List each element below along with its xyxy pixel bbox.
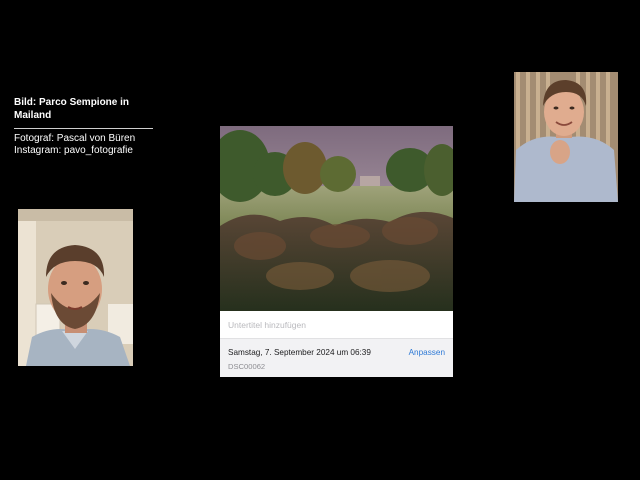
subtitle-placeholder: Untertitel hinzufügen — [228, 320, 306, 330]
photo-info-panel: Untertitel hinzufügen Samstag, 7. Septem… — [220, 126, 453, 377]
participant-video-frame — [514, 72, 618, 202]
parco-sempione-image — [220, 126, 453, 311]
instagram-handle: Instagram: pavo_fotografie — [14, 145, 133, 156]
photographer-credit: Fotograf: Pascal von Büren — [14, 133, 136, 144]
caption-divider — [14, 128, 153, 129]
park-photo — [220, 126, 453, 311]
video-participant-right — [514, 72, 618, 202]
image-caption: Bild: Parco Sempione in Mailand Fotograf… — [14, 96, 164, 157]
video-participant-left — [18, 209, 133, 366]
image-title: Bild: Parco Sempione in Mailand — [14, 97, 130, 121]
adjust-date-button[interactable]: Anpassen — [409, 348, 445, 357]
capture-date: Samstag, 7. September 2024 um 06:39 — [228, 348, 371, 357]
participant-video-frame — [18, 209, 133, 366]
photo-metadata: Samstag, 7. September 2024 um 06:39 Anpa… — [220, 339, 453, 377]
subtitle-field[interactable]: Untertitel hinzufügen — [220, 311, 453, 339]
file-name: DSC00062 — [228, 362, 266, 371]
